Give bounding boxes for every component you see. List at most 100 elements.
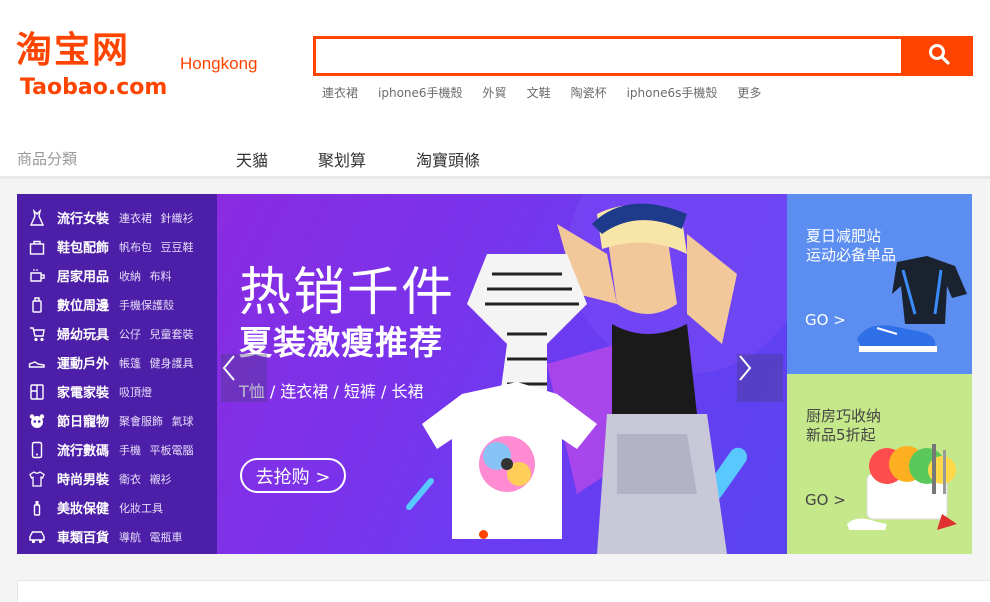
category-subs: 帆布包 豆豆鞋 xyxy=(119,239,199,255)
category-sub-link[interactable]: 吸頂燈 xyxy=(119,386,152,399)
category-sub-link[interactable]: 針織衫 xyxy=(161,212,194,225)
search-icon xyxy=(928,43,950,69)
category-label: 美妝保健 xyxy=(57,502,110,517)
promo-line2: 新品5折起 xyxy=(806,426,876,444)
category-item[interactable]: 數位周邊 手機保護殼 xyxy=(17,290,217,319)
category-sub-link[interactable]: 豆豆鞋 xyxy=(161,241,194,254)
carousel-dot[interactable] xyxy=(496,530,505,539)
category-subs: 手機保護殼 xyxy=(119,297,179,313)
category-item[interactable]: 家電家裝 吸頂燈 xyxy=(17,377,217,406)
category-sub-link[interactable]: 帆布包 xyxy=(119,241,152,254)
category-item[interactable]: 婦幼玩具 公仔 兒童套裝 xyxy=(17,319,217,348)
category-sub-link[interactable]: 帳篷 xyxy=(119,357,141,370)
nav-juhuasuan[interactable]: 聚划算 xyxy=(318,147,366,171)
bottle-icon xyxy=(27,498,47,518)
nav-tmall[interactable]: 天貓 xyxy=(236,147,268,171)
category-subs: 連衣裙 針織衫 xyxy=(119,210,199,226)
promo-fitness[interactable]: 夏日减肥站 运动必备单品 GO > xyxy=(787,194,972,374)
region-label[interactable]: Hongkong xyxy=(180,54,258,74)
category-sub-link[interactable]: 兒童套裝 xyxy=(150,328,194,341)
category-subs: 手機 平板電腦 xyxy=(119,442,199,458)
category-item[interactable]: 流行數碼 手機 平板電腦 xyxy=(17,435,217,464)
carousel-dot[interactable] xyxy=(479,530,488,539)
category-sub-link[interactable]: 衛衣 xyxy=(119,473,141,486)
dress-icon xyxy=(27,208,47,228)
category-sub-link[interactable]: 公仔 xyxy=(119,328,141,341)
category-item[interactable]: 鞋包配飾 帆布包 豆豆鞋 xyxy=(17,232,217,261)
promo-line1: 夏日减肥站 xyxy=(806,227,882,245)
category-sub-link[interactable]: 收納 xyxy=(119,270,141,283)
category-sub-link[interactable]: 化妝工具 xyxy=(119,502,163,515)
search-button[interactable] xyxy=(904,36,973,76)
tshirt-icon xyxy=(27,469,47,489)
category-sub-link[interactable]: 氣球 xyxy=(172,415,194,428)
category-sub-link[interactable]: 布料 xyxy=(150,270,172,283)
promo-go-link[interactable]: GO > xyxy=(805,311,846,329)
category-item[interactable]: 流行女裝 連衣裙 針織衫 xyxy=(17,203,217,232)
category-label: 居家用品 xyxy=(57,270,110,285)
banner-prev-button[interactable] xyxy=(221,354,267,402)
category-sub-link[interactable]: 襯衫 xyxy=(150,473,172,486)
category-sub-link[interactable]: 健身護具 xyxy=(150,357,194,370)
search-input[interactable] xyxy=(316,39,901,73)
kitchen-product-image xyxy=(847,444,957,530)
carousel-dots xyxy=(479,530,505,539)
category-label: 流行數碼 xyxy=(57,444,110,459)
fridge-icon xyxy=(27,382,47,402)
category-sub-link[interactable]: 聚會服飾 xyxy=(119,415,163,428)
shoe-icon xyxy=(27,353,47,373)
banner-next-button[interactable] xyxy=(737,354,783,402)
hero-banner[interactable]: 热销千件 夏装激瘦推荐 T恤 / 连衣裙 / 短裤 / 长裙 去抢购 > xyxy=(217,194,787,554)
stroller-icon xyxy=(27,324,47,344)
category-item[interactable]: 節日寵物 聚會服飾 氣球 xyxy=(17,406,217,435)
car-icon xyxy=(27,527,47,547)
category-label: 流行女裝 xyxy=(57,212,110,227)
taobao-logo[interactable]: 淘宝网 Taobao.com xyxy=(16,30,176,100)
lower-content-panel xyxy=(17,580,990,602)
category-title: 商品分類 xyxy=(17,150,78,168)
category-label: 婦幼玩具 xyxy=(57,328,110,343)
hot-search-words: 連衣裙 iphone6手機殼 外貿 文鞋 陶瓷杯 iphone6s手機殼 更多 xyxy=(322,84,781,101)
hot-word[interactable]: iphone6手機殼 xyxy=(378,84,463,101)
promo-kitchen[interactable]: 厨房巧收纳 新品5折起 GO > xyxy=(787,374,972,554)
logo-english: Taobao.com xyxy=(20,75,168,100)
hot-word[interactable]: 連衣裙 xyxy=(322,84,358,101)
category-sub-link[interactable]: 連衣裙 xyxy=(119,212,152,225)
banner-title: 热销千件 xyxy=(239,263,456,323)
hot-word[interactable]: 陶瓷杯 xyxy=(571,84,607,101)
category-subs: 吸頂燈 xyxy=(119,384,157,400)
category-sidebar: 流行女裝 連衣裙 針織衫 鞋包配飾 帆布包 豆豆鞋 居家用品 收納 布料 數位周… xyxy=(17,194,217,554)
category-label: 鞋包配飾 xyxy=(57,241,110,256)
category-item[interactable]: 時尚男裝 衛衣 襯衫 xyxy=(17,464,217,493)
hot-word[interactable]: 文鞋 xyxy=(527,84,551,101)
banner-subtitle: 夏装激瘦推荐 xyxy=(239,323,443,362)
category-sub-link[interactable]: 平板電腦 xyxy=(150,444,194,457)
category-item[interactable]: 運動戶外 帳篷 健身護具 xyxy=(17,348,217,377)
banner-cta-button[interactable]: 去抢购 > xyxy=(240,458,346,493)
category-subs: 帳篷 健身護具 xyxy=(119,355,199,371)
bag-icon xyxy=(27,237,47,257)
category-item[interactable]: 美妝保健 化妝工具 xyxy=(17,493,217,522)
category-label: 數位周邊 xyxy=(57,299,110,314)
category-subs: 公仔 兒童套裝 xyxy=(119,326,199,342)
category-subs: 導航 電瓶車 xyxy=(119,529,188,545)
cup-icon xyxy=(27,266,47,286)
category-label: 時尚男裝 xyxy=(57,473,110,488)
phone-accessory-icon xyxy=(27,295,47,315)
fitness-product-image xyxy=(857,256,967,352)
main-nav: 天貓 聚划算 淘寶頭條 xyxy=(236,147,530,171)
hot-word[interactable]: 外貿 xyxy=(483,84,507,101)
promo-go-link[interactable]: GO > xyxy=(805,491,846,509)
category-sub-link[interactable]: 電瓶車 xyxy=(150,531,183,544)
promo-line1: 厨房巧收纳 xyxy=(806,407,882,425)
category-item[interactable]: 車類百貨 導航 電瓶車 xyxy=(17,522,217,551)
hot-word[interactable]: iphone6s手機殼 xyxy=(627,84,718,101)
nav-headlines[interactable]: 淘寶頭條 xyxy=(416,147,480,171)
category-label: 家電家裝 xyxy=(57,386,110,401)
category-sub-link[interactable]: 導航 xyxy=(119,531,141,544)
hot-word-more[interactable]: 更多 xyxy=(737,84,761,101)
logo-chinese: 淘宝网 xyxy=(16,29,131,71)
category-item[interactable]: 居家用品 收納 布料 xyxy=(17,261,217,290)
category-sub-link[interactable]: 手機保護殼 xyxy=(119,299,174,312)
category-sub-link[interactable]: 手機 xyxy=(119,444,141,457)
